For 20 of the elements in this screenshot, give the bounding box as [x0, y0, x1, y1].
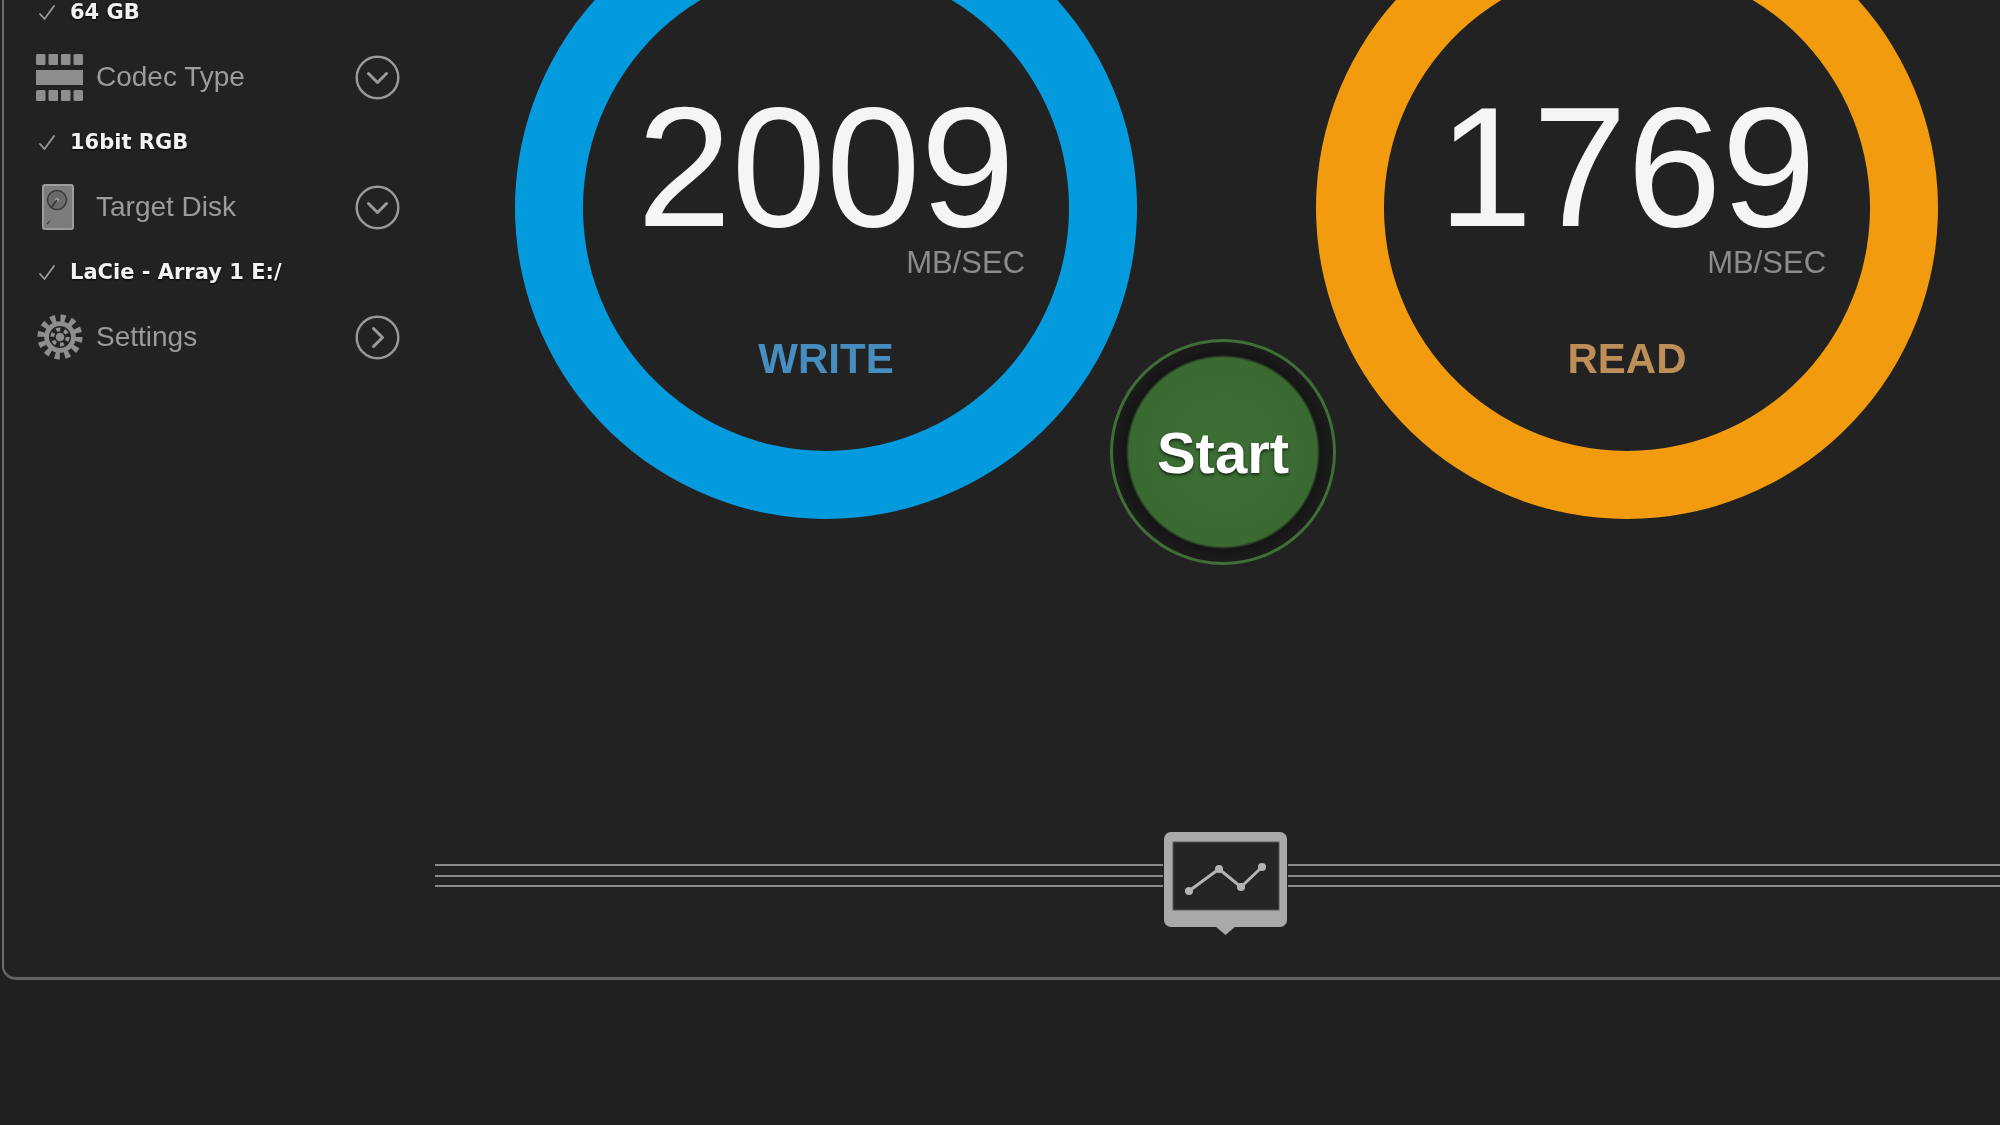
line-chart-icon[interactable]	[1163, 831, 1288, 935]
chevron-down-icon[interactable]	[355, 184, 400, 230]
start-button[interactable]: Start	[1110, 339, 1336, 565]
film-strip-icon	[36, 52, 83, 102]
menu-item[interactable]: Codec Type	[96, 60, 245, 94]
menu-item[interactable]: Settings	[96, 320, 198, 354]
speed-unit: MB/SEC	[906, 246, 1026, 278]
selected-option: 64 GB	[70, 0, 140, 24]
gear-icon	[37, 314, 83, 360]
hard-drive-icon	[42, 184, 74, 230]
speed-unit: MB/SEC	[1707, 246, 1827, 278]
speed-value: 1769	[1437, 95, 1817, 240]
chevron-right-icon[interactable]	[355, 314, 400, 360]
selected-option: LaCie - Array 1 E:/	[70, 260, 282, 284]
menu-item[interactable]: Target Disk	[96, 190, 237, 224]
speed-value: 2009	[636, 95, 1016, 240]
selected-option: 16bit RGB	[70, 130, 189, 154]
gauge-label: WRITE	[758, 337, 894, 380]
gauge-label: READ	[1567, 337, 1687, 380]
chevron-down-icon[interactable]	[355, 54, 400, 100]
